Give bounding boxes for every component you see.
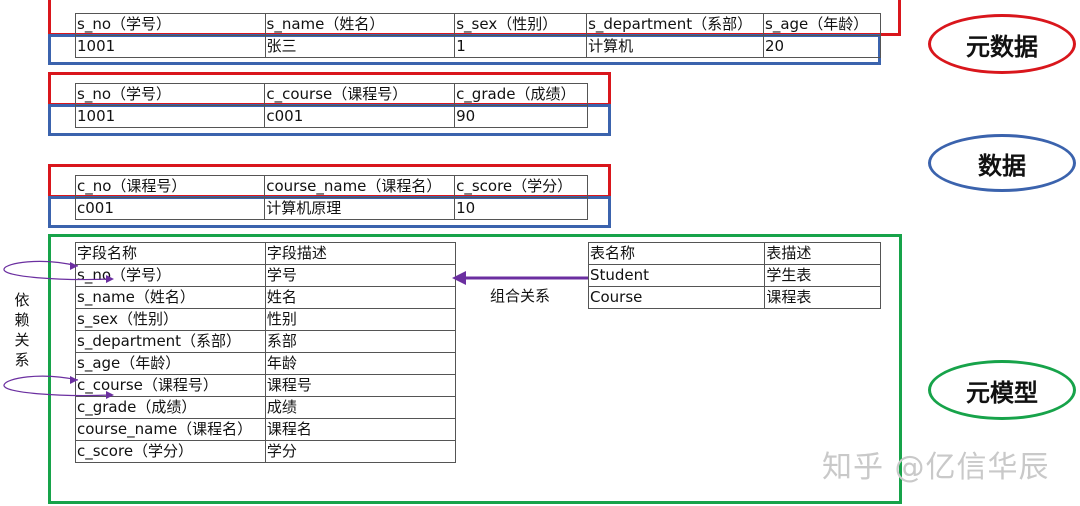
table-cell: c_score（学分） [75,440,266,463]
table-cell: 学生表 [764,264,881,287]
table-cell: 张三 [264,35,456,58]
header-cell: s_department（系部） [586,13,765,36]
header-cell: c_course（课程号） [264,83,456,106]
table-cell: 1001 [75,35,266,58]
header-cell: c_grade（成绩） [454,83,588,106]
table-cell: 计算机 [586,35,765,58]
table-cell: 20 [763,35,881,58]
table-cell: 课程表 [764,286,881,309]
dependency-label-char: 赖 [14,311,30,329]
table-header-row: c_no（课程号） course_name（课程名） c_score（学分） [74,175,588,198]
header-cell: 字段描述 [264,242,457,265]
grade-data-table: s_no（学号） c_course（课程号） c_grade（成绩） 1001 … [74,83,588,128]
header-cell: s_no（学号） [75,13,266,36]
header-cell: c_no（课程号） [74,175,266,198]
header-cell: 表名称 [587,242,766,265]
header-cell: c_score（学分） [454,175,588,198]
header-cell: s_age（年龄） [763,13,881,36]
student-data-table: s_no（学号） s_name（姓名） s_sex（性别） s_departme… [75,13,881,58]
table-row: c_score（学分） 学分 [75,440,457,463]
table-row: course_name（课程名） 课程名 [75,418,457,441]
table-row: s_age（年龄） 年龄 [75,352,457,375]
table-header-row: 表名称 表描述 [587,242,881,265]
table-cell: 姓名 [264,286,457,309]
table-row: c001 计算机原理 10 [74,197,588,220]
table-row: 1001 张三 1 计算机 20 [75,35,881,58]
field-definition-table: 字段名称 字段描述 s_no（学号） 学号 s_name（姓名） 姓名 s_sex（… [75,242,457,463]
dependency-label-char: 关 [14,331,30,349]
dependency-arrow-2 [3,375,113,397]
table-header-row: 字段名称 字段描述 [75,242,457,265]
table-row: s_sex（性别） 性别 [75,308,457,331]
metamodel-legend: 元模型 [928,360,1076,420]
table-definition-table: 表名称 表描述 Student 学生表 Course 课程表 [587,242,881,309]
table-row: s_no（学号） 学号 [75,264,457,287]
table-cell: 1001 [74,105,266,128]
table-cell: 性别 [264,308,457,331]
table-cell: 学号 [264,264,457,287]
metadata-legend: 元数据 [928,14,1076,74]
table-row: c_grade（成绩） 成绩 [75,396,457,419]
table-header-row: s_no（学号） c_course（课程号） c_grade（成绩） [74,83,588,106]
composition-label: 组合关系 [490,287,551,305]
table-cell: 计算机原理 [264,197,456,220]
data-legend: 数据 [928,134,1076,192]
table-cell: c001 [264,105,456,128]
header-cell: s_name（姓名） [264,13,456,36]
table-row: s_department（系部） 系部 [75,330,457,353]
table-cell: c001 [74,197,266,220]
dependency-label-char: 依 [14,291,30,309]
header-cell: 表描述 [764,242,881,265]
table-cell: Course [587,286,766,309]
dependency-label-char: 系 [14,351,30,369]
table-cell: 90 [454,105,588,128]
header-cell: s_no（学号） [74,83,266,106]
table-cell: 10 [454,197,588,220]
table-cell: 学分 [264,440,457,463]
table-cell: 成绩 [264,396,457,419]
table-cell: 1 [454,35,588,58]
table-cell: 课程号 [264,374,457,397]
table-row: 1001 c001 90 [74,105,588,128]
table-cell: course_name（课程名） [75,418,266,441]
table-row: s_name（姓名） 姓名 [75,286,457,309]
table-header-row: s_no（学号） s_name（姓名） s_sex（性别） s_departme… [75,13,881,36]
table-cell: Student [587,264,766,287]
table-cell: 课程名 [264,418,457,441]
dependency-label: 依赖关系 [12,290,32,370]
watermark: 知乎 @亿信华辰 [822,450,1050,485]
table-row: Course 课程表 [587,286,881,309]
dependency-arrow-1 [3,260,113,281]
table-cell: 系部 [264,330,457,353]
course-data-table: c_no（课程号） course_name（课程名） c_score（学分） c… [74,175,588,220]
table-cell: 年龄 [264,352,457,375]
table-row: Student 学生表 [587,264,881,287]
header-cell: s_sex（性别） [454,13,588,36]
header-cell: course_name（课程名） [264,175,456,198]
table-row: c_course（课程号） 课程号 [75,374,457,397]
